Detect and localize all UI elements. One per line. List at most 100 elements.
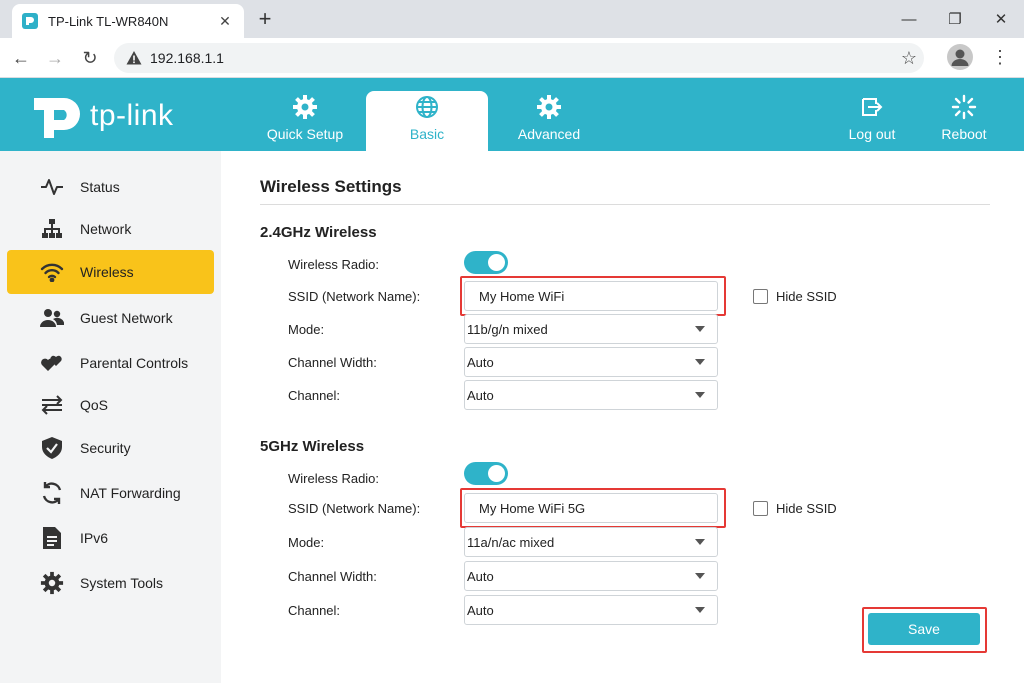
shield-icon [39,435,65,461]
chevron-down-icon [695,359,705,365]
reboot-button[interactable]: Reboot [903,91,1024,151]
wireless-radio-5g-toggle[interactable] [464,462,508,485]
sidebar-item-label: Guest Network [80,310,173,326]
chevron-down-icon [695,539,705,545]
reload-button[interactable]: ↻ [76,44,104,72]
channel-width-2g-value: Auto [467,354,494,370]
channel-5g-label: Channel: [288,603,341,618]
not-secure-warning-icon[interactable] [126,50,142,66]
tab-advanced-label: Advanced [517,126,581,142]
refresh-icon [39,480,65,506]
tab-close-icon[interactable]: ✕ [216,13,234,30]
restore-icon: ❐ [948,11,962,28]
document-icon [39,525,65,551]
mode-2g-select[interactable]: 11b/g/n mixed [464,314,718,344]
globe-icon [414,91,440,123]
tplink-logo: tp-link [32,92,174,140]
browser-tab-strip: TP-Link TL-WR840N ✕ + — ❐ ✕ [0,0,1024,38]
wireless-radio-5g-label: Wireless Radio: [288,471,380,486]
mode-5g-select[interactable]: 11a/n/ac mixed [464,527,718,557]
ssid-5g-label: SSID (Network Name): [288,501,421,516]
sidebar-item-qos[interactable]: QoS [7,383,214,427]
section-title-2g: 2.4GHz Wireless [260,224,377,241]
forward-button[interactable]: → [41,44,69,72]
tab-advanced[interactable]: Advanced [488,91,610,151]
router-header: tp-link Quick Setup Basic Advanced Log o… [0,78,1024,151]
address-bar[interactable]: 192.168.1.1 ☆ [114,43,924,73]
sidebar-item-label: Status [80,179,120,195]
forward-arrow-icon: → [46,47,64,68]
sidebar-item-label: QoS [80,397,109,413]
tplink-logo-mark-icon [34,98,80,138]
sidebar-item-label: NAT Forwarding [80,485,181,501]
back-button[interactable]: ← [7,44,35,72]
channel-width-2g-select[interactable]: Auto [464,347,718,377]
chevron-down-icon [695,573,705,579]
sidebar-item-security[interactable]: Security [7,426,214,470]
close-window-button[interactable]: ✕ [978,0,1024,38]
save-button[interactable]: Save [868,613,980,645]
pulse-icon [39,174,65,200]
wireless-radio-2g-toggle[interactable] [464,251,508,274]
sidebar-item-network[interactable]: Network [7,207,214,251]
chevron-down-icon [695,326,705,332]
sidebar-item-ipv6[interactable]: IPv6 [7,516,214,560]
restore-window-button[interactable]: ❐ [932,0,978,38]
reboot-spinner-icon [951,91,977,123]
ssid-2g-label: SSID (Network Name): [288,289,421,304]
network-icon [39,216,65,242]
sidebar-item-guest-network[interactable]: Guest Network [7,296,214,340]
toggle-knob [488,465,505,482]
minimize-icon: — [901,10,917,28]
url-text[interactable]: 192.168.1.1 [150,50,894,66]
sidebar-item-wireless[interactable]: Wireless [7,250,214,294]
hide-ssid-2g[interactable]: Hide SSID [753,289,837,304]
hide-ssid-5g[interactable]: Hide SSID [753,501,837,516]
new-tab-button[interactable]: + [255,6,275,32]
qos-arrows-icon [39,392,65,418]
main-panel: Wireless Settings 2.4GHz Wireless Wirele… [221,151,1024,683]
minimize-window-button[interactable]: — [886,0,932,38]
person-icon [951,49,969,66]
channel-2g-select[interactable]: Auto [464,380,718,410]
sidebar-item-label: Parental Controls [80,355,189,371]
mode-5g-label: Mode: [288,535,325,550]
sidebar-item-status[interactable]: Status [7,165,214,209]
close-window-icon: ✕ [994,11,1008,28]
tab-basic[interactable]: Basic [366,91,488,151]
sidebar: Status Network Wireless Guest Network Pa… [0,151,221,683]
wireless-radio-2g-label: Wireless Radio: [288,257,380,272]
tplink-favicon-icon [22,13,38,29]
sidebar-item-parental-controls[interactable]: Parental Controls [7,341,214,385]
tab-quick-setup-label: Quick Setup [266,126,344,142]
channel-5g-select[interactable]: Auto [464,595,718,625]
reboot-label: Reboot [941,126,987,142]
sidebar-item-nat-forwarding[interactable]: NAT Forwarding [7,471,214,515]
hearts-icon [39,350,65,376]
reload-icon: ↻ [82,47,98,68]
title-divider [260,204,990,205]
ssid-2g-input[interactable] [464,281,718,311]
channel-width-2g-label: Channel Width: [288,355,377,370]
profile-avatar[interactable] [947,44,973,70]
logout-icon [859,91,885,123]
hide-ssid-5g-checkbox[interactable] [753,501,768,516]
mode-5g-value: 11a/n/ac mixed [467,534,555,550]
tab-basic-label: Basic [409,126,445,142]
sidebar-item-label: IPv6 [80,530,109,546]
hide-ssid-2g-checkbox[interactable] [753,289,768,304]
mode-2g-label: Mode: [288,322,325,337]
gear-icon [292,91,318,123]
ssid-5g-input[interactable] [464,493,718,523]
bookmark-star-icon[interactable]: ☆ [894,48,924,69]
chevron-down-icon [695,607,705,613]
sidebar-item-label: Network [80,221,132,237]
mode-2g-value: 11b/g/n mixed [467,321,548,337]
tab-quick-setup[interactable]: Quick Setup [244,91,366,151]
browser-menu-button[interactable]: ⋮ [990,46,1010,68]
chevron-down-icon [695,392,705,398]
channel-width-5g-select[interactable]: Auto [464,561,718,591]
gear-icon [39,570,65,596]
sidebar-item-system-tools[interactable]: System Tools [7,561,214,605]
browser-tab[interactable]: TP-Link TL-WR840N ✕ [12,4,244,38]
